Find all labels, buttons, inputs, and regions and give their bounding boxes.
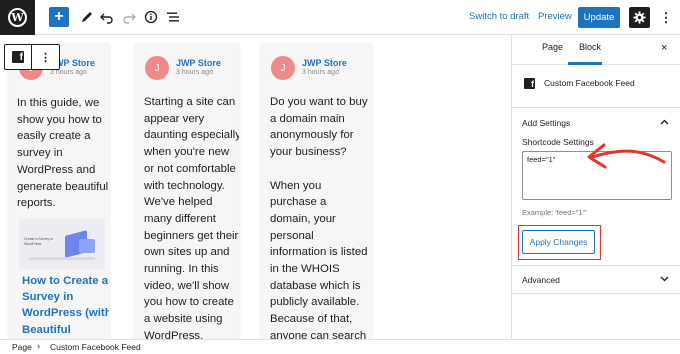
highlight-box: Apply Changes: [518, 225, 601, 260]
plus-icon: +: [54, 8, 64, 25]
tab-block[interactable]: Block: [579, 42, 601, 52]
block-toolbar: f ⋮: [4, 44, 60, 70]
chevron-up-icon: [660, 117, 669, 127]
breadcrumb-current[interactable]: Custom Facebook Feed: [50, 342, 141, 352]
feed-post-card: J JWP Store 3 hours ago Starting a site …: [135, 44, 239, 339]
list-view-button[interactable]: [164, 8, 182, 26]
add-block-button[interactable]: +: [49, 7, 69, 27]
wordpress-logo-button[interactable]: W: [0, 0, 35, 35]
post-text: Starting a site can appear very daunting…: [144, 96, 239, 339]
gear-icon: [633, 11, 646, 24]
post-link-title[interactable]: How to Create a Survey in WordPress (wit…: [22, 273, 109, 339]
divider: [512, 293, 680, 294]
editor-canvas: f ⋮ J JWP Store 3 hours ago In this guid…: [0, 35, 511, 339]
breadcrumb-separator: ›: [37, 341, 40, 351]
block-options-button[interactable]: ⋮: [32, 45, 59, 69]
more-vertical-icon: ⋮: [659, 10, 673, 25]
more-options-button[interactable]: ⋮: [659, 8, 673, 28]
shortcode-settings-label: Shortcode Settings: [522, 137, 594, 147]
active-tab-indicator: [568, 62, 602, 65]
facebook-icon: f: [524, 78, 535, 89]
redo-icon: [123, 13, 136, 24]
chevron-down-icon: [660, 274, 669, 284]
panel-title: Add Settings: [522, 118, 571, 128]
more-vertical-icon: ⋮: [40, 51, 51, 64]
advanced-panel-toggle[interactable]: Advanced: [512, 265, 680, 295]
edit-tool-button[interactable]: [78, 8, 96, 26]
post-author[interactable]: JWP Store: [302, 58, 347, 68]
breadcrumb: Page › Custom Facebook Feed: [0, 339, 680, 354]
post-text: In this guide, we show you how to easily…: [17, 97, 109, 210]
feed-post-card: J JWP Store 3 hours ago Do you want to b…: [261, 44, 372, 339]
apply-changes-button[interactable]: Apply Changes: [522, 230, 595, 254]
thumbnail-caption: Create a Survey in WordPress: [24, 237, 53, 246]
tab-page[interactable]: Page: [542, 42, 563, 52]
block-card: f Custom Facebook Feed: [512, 66, 680, 108]
pencil-icon: [82, 12, 92, 22]
post-author[interactable]: JWP Store: [176, 58, 221, 68]
link-thumbnail[interactable]: Create a Survey in WordPress: [19, 219, 105, 269]
post-time: 3 hours ago: [176, 69, 213, 76]
shortcode-settings-input[interactable]: [522, 151, 672, 200]
thumbnail-graphic: [79, 239, 95, 253]
editor-top-toolbar: W + Switch to draft Preview Update ⋮: [0, 0, 680, 35]
close-icon[interactable]: ×: [661, 42, 667, 54]
undo-button[interactable]: [98, 8, 116, 26]
block-card-title: Custom Facebook Feed: [544, 78, 635, 88]
post-header: J JWP Store 3 hours ago: [271, 56, 372, 84]
feed-post-card: J JWP Store 3 hours ago In this guide, w…: [9, 44, 109, 339]
preview-link[interactable]: Preview: [538, 11, 572, 22]
undo-icon: [100, 13, 113, 24]
update-button[interactable]: Update: [578, 7, 620, 28]
panel-title: Advanced: [522, 275, 560, 285]
block-type-button[interactable]: f: [5, 45, 32, 69]
post-time: 3 hours ago: [302, 69, 339, 76]
shortcode-example-hint: Example: 'feed="1"': [522, 208, 587, 217]
wordpress-logo-icon: W: [8, 8, 27, 27]
post-text: Do you want to buy a domain main anonymo…: [270, 96, 368, 339]
thumbnail-graphic: [29, 257, 95, 260]
post-header: J JWP Store 3 hours ago: [145, 56, 239, 84]
details-button[interactable]: [142, 8, 160, 26]
post-time: 3 hours ago: [50, 69, 87, 76]
breadcrumb-page[interactable]: Page: [12, 342, 32, 352]
info-icon: [144, 10, 158, 24]
sidebar-tabs: Page Block ×: [512, 35, 680, 65]
switch-to-draft-link[interactable]: Switch to draft: [469, 11, 529, 22]
avatar: J: [145, 56, 169, 80]
avatar: J: [271, 56, 295, 80]
facebook-icon: f: [12, 51, 24, 63]
add-settings-panel-toggle[interactable]: Add Settings: [512, 108, 680, 138]
settings-button[interactable]: [629, 7, 650, 28]
list-view-icon: [167, 12, 179, 22]
settings-sidebar: Page Block × f Custom Facebook Feed Add …: [511, 35, 680, 339]
redo-button[interactable]: [120, 8, 138, 26]
